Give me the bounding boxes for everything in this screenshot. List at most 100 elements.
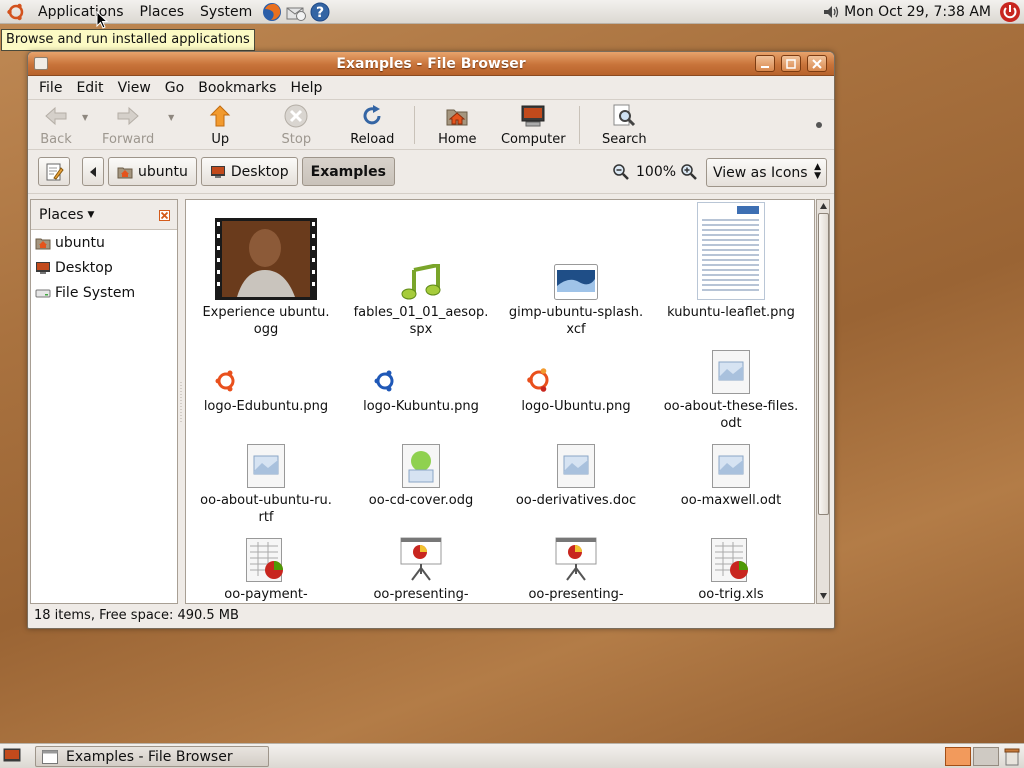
taskbar-item-file-browser[interactable]: Examples - File Browser — [35, 746, 269, 767]
menu-system[interactable]: System — [192, 0, 260, 24]
path-label-ubuntu: ubuntu — [138, 163, 188, 180]
edubuntu-logo-thumbnail — [215, 370, 235, 392]
search-label: Search — [601, 132, 647, 147]
close-side-pane-icon[interactable] — [159, 210, 170, 221]
zoom-out-icon[interactable] — [612, 163, 630, 181]
forward-button[interactable]: Forward — [88, 103, 168, 147]
file-item[interactable]: logo-Ubuntu.png — [501, 308, 651, 415]
file-item[interactable]: oo-presenting- — [346, 496, 496, 603]
spreadsheet-document-icon — [711, 538, 748, 582]
pane-resize-handle[interactable] — [179, 382, 183, 422]
svg-text:?: ? — [316, 5, 324, 21]
presentation-document-icon — [400, 537, 442, 581]
sidebar-item-ubuntu[interactable]: ubuntu — [31, 230, 177, 255]
clock[interactable]: Mon Oct 29, 7:38 AM — [840, 4, 999, 20]
reload-icon — [363, 105, 381, 125]
file-item[interactable]: oo-cd-cover.odg — [346, 402, 496, 509]
zoom-in-icon[interactable] — [680, 163, 698, 181]
workspace-2[interactable] — [973, 747, 999, 766]
path-button-examples[interactable]: Examples — [301, 157, 395, 186]
file-item[interactable]: kubuntu-leaflet.png — [656, 200, 806, 321]
titlebar[interactable]: Examples - File Browser — [28, 52, 834, 76]
sidebar-item-file-system[interactable]: File System — [31, 280, 177, 305]
search-button[interactable]: Search — [586, 103, 662, 147]
zoom-level[interactable]: 100% — [636, 164, 676, 180]
window-menu-icon[interactable] — [34, 57, 48, 70]
toolbar-overflow-icon[interactable] — [814, 120, 824, 130]
close-button[interactable] — [807, 55, 827, 72]
toggle-location-entry-button[interactable] — [38, 157, 70, 186]
file-name: oo-trig.xls — [698, 587, 764, 602]
computer-label: Computer — [500, 132, 566, 147]
file-item[interactable]: logo-Kubuntu.png — [346, 308, 496, 415]
file-browser-window: Examples - File Browser File Edit View G… — [27, 51, 835, 629]
sidebar-item-desktop[interactable]: Desktop — [31, 255, 177, 280]
home-folder-small-icon — [35, 238, 51, 249]
toolbar-separator — [414, 106, 416, 144]
close-icon — [812, 58, 822, 69]
scrollbar-thumb[interactable] — [818, 213, 829, 515]
search-icon — [613, 104, 636, 127]
computer-button[interactable]: Computer — [493, 103, 573, 147]
firefox-launcher-icon[interactable] — [261, 1, 283, 23]
harddisk-icon — [35, 289, 51, 297]
reload-button[interactable]: Reload — [336, 103, 408, 147]
image-file-icon — [554, 264, 598, 300]
home-button[interactable]: Home — [421, 103, 493, 147]
volume-icon[interactable] — [822, 3, 840, 21]
file-item[interactable]: oo-derivatives.doc — [501, 402, 651, 509]
menu-file[interactable]: File — [32, 80, 69, 96]
scroll-up-icon[interactable] — [819, 202, 828, 210]
view-mode-select[interactable]: View as Icons ▲ ▼ — [706, 158, 827, 187]
path-scroll-left-button[interactable] — [82, 157, 104, 186]
workspace-1[interactable] — [945, 747, 971, 766]
vertical-scrollbar[interactable] — [816, 199, 830, 604]
up-label: Up — [211, 132, 230, 147]
file-item[interactable]: oo-trig.xls — [656, 496, 806, 603]
music-note-icon — [401, 264, 441, 300]
back-label: Back — [40, 132, 72, 147]
minimize-button[interactable] — [755, 55, 775, 72]
back-arrow-icon — [45, 106, 67, 126]
forward-history-dropdown[interactable]: ▼ — [168, 113, 174, 122]
menu-view[interactable]: View — [111, 80, 158, 96]
up-arrow-icon — [210, 105, 231, 127]
trash-icon[interactable] — [1003, 747, 1021, 766]
up-button[interactable]: Up — [184, 103, 256, 147]
power-icon[interactable] — [999, 1, 1021, 23]
ubuntu-logo-icon[interactable] — [6, 2, 26, 22]
presentation-document-icon — [555, 537, 597, 581]
path-button-ubuntu[interactable]: ubuntu — [108, 157, 197, 186]
stop-label: Stop — [281, 132, 312, 147]
side-pane-selector[interactable]: Places — [39, 207, 84, 223]
menu-places[interactable]: Places — [132, 0, 193, 24]
menu-bookmarks[interactable]: Bookmarks — [191, 80, 283, 96]
menu-edit[interactable]: Edit — [69, 80, 110, 96]
stop-button[interactable]: Stop — [256, 103, 336, 147]
chevron-down-icon[interactable]: ▼ — [88, 210, 95, 220]
file-item[interactable]: logo-Edubuntu.png — [191, 308, 341, 415]
back-button[interactable]: Back — [30, 103, 82, 147]
file-name: oo-presenting- — [373, 587, 469, 602]
sidebar-item-label: ubuntu — [55, 234, 105, 251]
file-item[interactable]: oo-payment- — [191, 496, 341, 603]
home-folder-icon — [446, 109, 468, 126]
status-bar: 18 items, Free space: 490.5 MB — [28, 604, 834, 628]
menu-help[interactable]: Help — [283, 80, 329, 96]
menu-applications[interactable]: Applications — [30, 0, 132, 24]
menu-go[interactable]: Go — [158, 80, 191, 96]
text-document-icon — [557, 444, 595, 488]
desktop-icon — [36, 261, 50, 274]
file-item[interactable]: oo-presenting- — [501, 496, 651, 603]
file-icon-view[interactable]: Experience ubuntu. ogg fables_01_01_aeso… — [185, 199, 815, 604]
forward-arrow-icon — [117, 106, 139, 126]
file-item[interactable]: oo-maxwell.odt — [656, 402, 806, 509]
help-launcher-icon[interactable]: ? — [309, 1, 331, 23]
email-launcher-icon[interactable] — [285, 1, 307, 23]
path-button-desktop[interactable]: Desktop — [200, 157, 298, 186]
toolbar: Back ▼ Forward ▼ Up Stop Reload Home Com… — [28, 100, 834, 150]
scroll-down-icon[interactable] — [819, 592, 828, 600]
taskbar-item-label: Examples - File Browser — [66, 748, 233, 765]
show-desktop-icon[interactable] — [3, 748, 21, 764]
maximize-button[interactable] — [781, 55, 801, 72]
